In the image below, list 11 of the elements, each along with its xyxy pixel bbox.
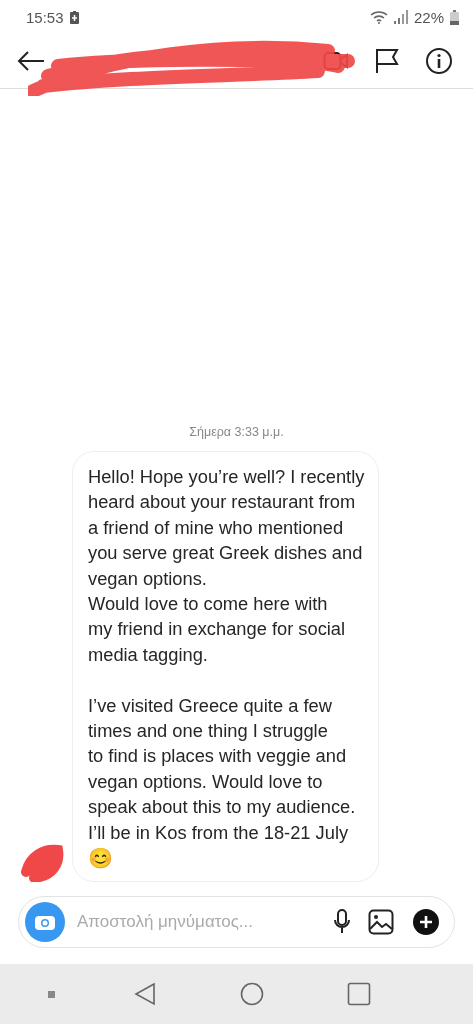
battery-saver-icon	[69, 10, 79, 24]
message-text: Hello! Hope you’re well? I recently heard about your restaurant from a friend of mine who mentioned you serve great Greek dishes and vegan options. Would love to come here with my friend in exchange for social media tagging. I’ve visited Greece quite a few times and one thing I struggle to find is places with veggie and vegan options. Would love to speak about this to my audience. I’ll be in Kos from the 18-21 July	[88, 464, 365, 845]
emoji: 😊	[88, 846, 114, 871]
signal-icon	[393, 10, 408, 24]
camera-icon	[34, 913, 56, 931]
clock: 15:53	[26, 8, 64, 26]
battery-icon	[450, 9, 459, 25]
wifi-icon	[369, 10, 388, 24]
camera-button[interactable]	[25, 902, 65, 942]
battery-level: 22%	[413, 8, 444, 26]
message-timestamp: Σήμερα 3:33 μ.μ.	[189, 424, 284, 439]
